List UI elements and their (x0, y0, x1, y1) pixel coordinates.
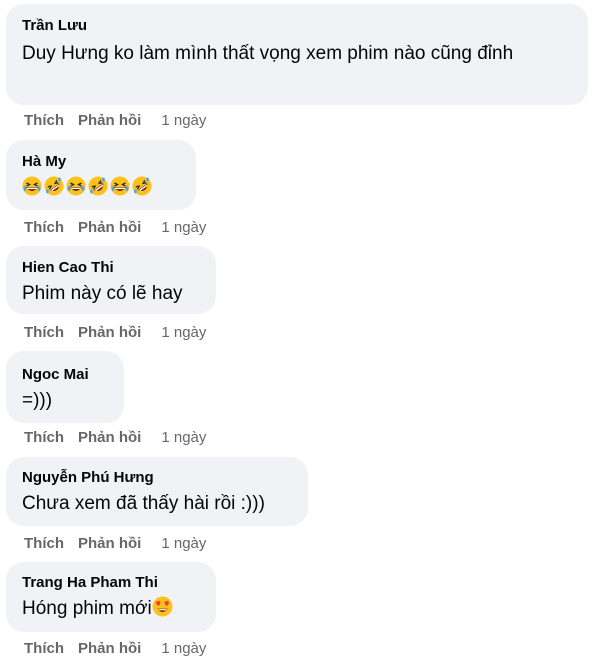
comment-timestamp[interactable]: 1 ngày (161, 429, 206, 446)
comment-author[interactable]: Trần Lưu (22, 16, 574, 36)
comment-timestamp[interactable]: 1 ngày (161, 640, 206, 657)
like-link[interactable]: Thích (24, 219, 64, 236)
reply-link[interactable]: Phản hồi (78, 535, 141, 552)
reply-link[interactable]: Phản hồi (78, 429, 141, 446)
comment-timestamp[interactable]: 1 ngày (161, 535, 206, 552)
like-link[interactable]: Thích (24, 112, 64, 129)
comment-timestamp[interactable]: 1 ngày (161, 219, 206, 236)
comment-item: Ngoc Mai =))) (6, 351, 124, 423)
comment-author[interactable]: Hien Cao Thi (22, 258, 202, 278)
comment-item: Trần Lưu Duy Hưng ko làm mình thất vọng … (6, 4, 588, 105)
rolling-on-floor-laughing-icon (132, 176, 152, 196)
comment-emoji-row (22, 176, 182, 196)
comment-actions: Thích Phản hồi 1 ngày (24, 640, 206, 658)
comment-text: =))) (22, 390, 53, 411)
comment-timestamp[interactable]: 1 ngày (161, 324, 206, 341)
comment-author[interactable]: Hà My (22, 152, 182, 172)
reply-link[interactable]: Phản hồi (78, 112, 141, 129)
rolling-on-floor-laughing-icon (44, 176, 64, 196)
comment-text-line: Hóng phim mới (22, 595, 202, 622)
like-link[interactable]: Thích (24, 324, 64, 341)
comment-text: Chưa xem đã thấy hài rồi :))) (22, 493, 265, 514)
grinning-squinting-face-icon (66, 176, 86, 196)
comment-actions: Thích Phản hồi 1 ngày (24, 219, 206, 237)
like-link[interactable]: Thích (24, 535, 64, 552)
comment-item: Nguyễn Phú Hưng Chưa xem đã thấy hài rồi… (6, 457, 308, 526)
comment-actions: Thích Phản hồi 1 ngày (24, 324, 206, 342)
comment-text: Hóng phim mới (22, 598, 152, 619)
heart-eyes-emoji-icon (152, 596, 173, 617)
comment-bubble: Hà My (6, 140, 196, 210)
comment-bubble: Nguyễn Phú Hưng Chưa xem đã thấy hài rồi… (6, 457, 308, 526)
comment-bubble: Trần Lưu Duy Hưng ko làm mình thất vọng … (6, 4, 588, 105)
comment-timestamp[interactable]: 1 ngày (161, 112, 206, 129)
rolling-on-floor-laughing-icon (88, 176, 108, 196)
comment-item: Trang Ha Pham Thi Hóng phim mới (6, 562, 216, 632)
comment-actions: Thích Phản hồi 1 ngày (24, 429, 206, 447)
comment-bubble: Hien Cao Thi Phim này có lẽ hay (6, 246, 216, 314)
comment-item: Hien Cao Thi Phim này có lẽ hay (6, 246, 216, 314)
comment-actions: Thích Phản hồi 1 ngày (24, 535, 206, 553)
reply-link[interactable]: Phản hồi (78, 219, 141, 236)
reply-link[interactable]: Phản hồi (78, 324, 141, 341)
reply-link[interactable]: Phản hồi (78, 640, 141, 657)
comment-author[interactable]: Trang Ha Pham Thi (22, 573, 202, 593)
comment-text: Duy Hưng ko làm mình thất vọng xem phim … (22, 43, 514, 64)
comment-author[interactable]: Nguyễn Phú Hưng (22, 468, 294, 488)
comment-item: Hà My (6, 140, 196, 210)
comment-bubble: Ngoc Mai =))) (6, 351, 124, 423)
like-link[interactable]: Thích (24, 640, 64, 657)
grinning-squinting-face-icon (110, 176, 130, 196)
comment-text: Phim này có lẽ hay (22, 283, 183, 304)
comment-author[interactable]: Ngoc Mai (22, 365, 110, 385)
grinning-squinting-face-icon (22, 176, 42, 196)
comment-bubble: Trang Ha Pham Thi Hóng phim mới (6, 562, 216, 632)
like-link[interactable]: Thích (24, 429, 64, 446)
comment-actions: Thích Phản hồi 1 ngày (24, 112, 206, 130)
